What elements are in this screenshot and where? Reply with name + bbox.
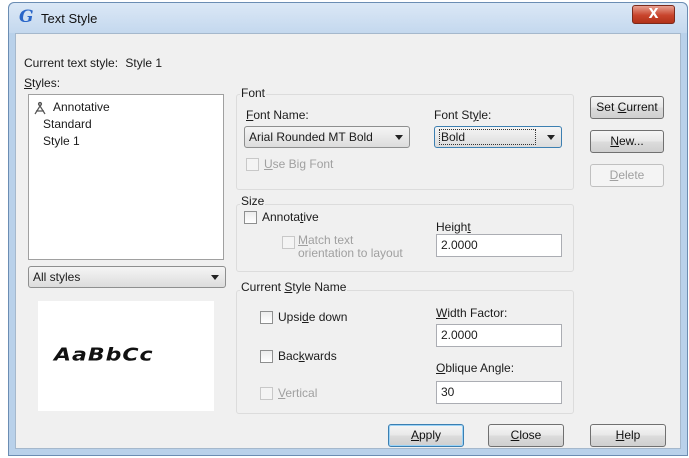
styles-label: Styles: [24,76,61,90]
font-group-title: Font [240,86,267,100]
app-logo-icon: G [19,7,34,27]
oblique-angle-input[interactable]: 30 [436,381,562,404]
chevron-down-icon [395,135,403,140]
new-style-button[interactable]: New... [590,130,664,153]
vertical-checkbox[interactable] [260,387,273,400]
style-item-standard[interactable]: Standard [43,117,92,131]
backwards-label: Backwards [278,349,337,363]
match-orientation-label: Match text orientation to layout [298,233,403,260]
title-bar[interactable]: G Text Style X [9,3,687,33]
height-input[interactable]: 2.0000 [436,234,562,257]
style-item-annotative[interactable]: Annotative [53,100,110,114]
help-button[interactable]: Help [590,424,666,447]
set-current-button[interactable]: Set Current [590,96,664,119]
preview-sample-text: AaBbCc [54,345,154,366]
vertical-label: Vertical [278,386,318,400]
annotative-checkbox[interactable] [244,211,257,224]
upside-down-checkbox[interactable] [260,311,273,324]
backwards-checkbox[interactable] [260,350,273,363]
width-factor-input[interactable]: 2.0000 [436,324,562,347]
styles-listbox[interactable]: Annotative Standard Style 1 [28,94,224,260]
current-style-label: Current text style: [24,56,119,70]
annotative-scale-icon [34,101,46,115]
font-style-select[interactable]: Bold [434,126,562,148]
annotative-label: Annotative [262,210,319,224]
current-style-row: Current text style: Style 1 [24,56,162,70]
oblique-angle-label: Oblique Angle: [436,361,515,375]
font-style-label: Font Style: [434,108,492,122]
text-style-window: G Text Style X Current text style: Style… [8,2,688,456]
height-label: Height [436,220,471,234]
window-title: Text Style [41,11,98,26]
dialog-body: Current text style: Style 1 Styles: Anno… [15,33,681,449]
style-preview: AaBbCc [38,301,214,411]
font-name-label: Font Name: [246,108,309,122]
current-style-value: Style 1 [125,56,163,70]
font-style-value: Bold [439,129,537,145]
effects-group-title: Current Style Name [240,280,348,294]
style-item-style1[interactable]: Style 1 [43,134,80,148]
delete-style-button[interactable]: Delete [590,164,664,187]
styles-filter-select[interactable]: All styles [28,266,226,288]
size-group-title: Size [240,194,266,208]
match-orientation-checkbox[interactable] [282,236,295,249]
font-name-select[interactable]: Arial Rounded MT Bold [244,126,410,148]
font-name-value: Arial Rounded MT Bold [249,130,373,144]
styles-filter-value: All styles [33,270,81,284]
chevron-down-icon [547,135,555,140]
use-big-font-label: Use Big Font [264,157,334,171]
apply-button[interactable]: Apply [388,424,464,447]
use-big-font-checkbox[interactable] [246,158,259,171]
upside-down-label: Upside down [278,310,348,324]
close-button[interactable]: Close [488,424,564,447]
width-factor-label: Width Factor: [436,306,508,320]
chevron-down-icon [211,275,219,280]
close-window-button[interactable]: X [632,5,675,24]
